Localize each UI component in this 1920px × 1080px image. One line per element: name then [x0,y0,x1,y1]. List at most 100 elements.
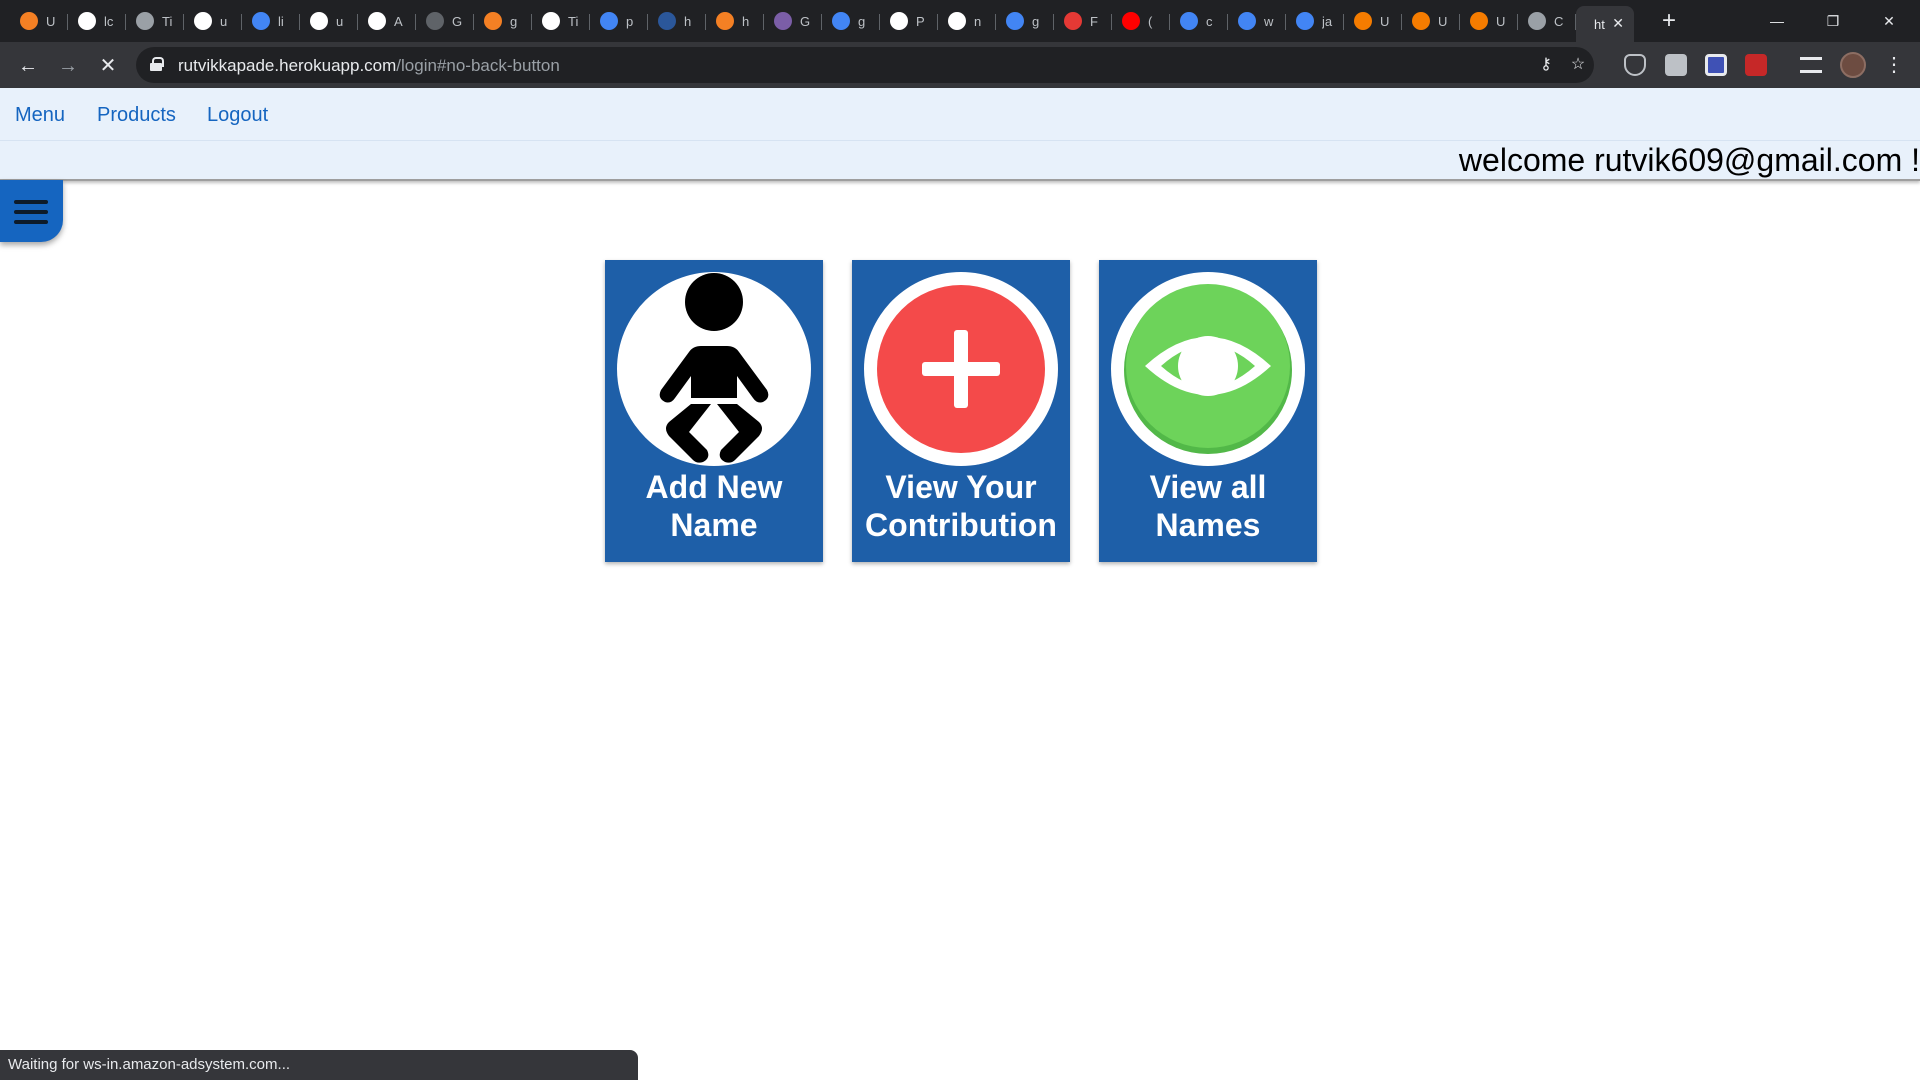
browser-tab[interactable]: lc [68,6,126,36]
nav-logout-link[interactable]: Logout [207,104,268,127]
tab-title: ht [1594,16,1605,32]
stop-loading-button[interactable]: ✕ [94,52,122,80]
browser-tab[interactable]: li [242,6,300,36]
browser-tab[interactable]: G [764,6,822,36]
tab-title: li [278,13,284,29]
tab-title: A [394,13,403,29]
tab-title: Ti [568,13,579,29]
hamburger-menu-button[interactable] [0,180,63,242]
stackoverflow-icon [716,12,734,30]
back-button[interactable]: ← [14,52,42,80]
browser-tab[interactable]: U [1344,6,1402,36]
key-icon[interactable]: ⚷ [1536,55,1556,75]
tab-title: u [336,13,344,29]
tab-title: w [1264,13,1274,29]
url-text[interactable]: rutvikkapade.herokuapp.com/login#no-back… [178,56,560,76]
browser-tab[interactable]: u [184,6,242,36]
browser-tab[interactable]: h [706,6,764,36]
globe-icon [310,12,328,30]
close-tab-icon[interactable]: ✕ [1612,15,1624,32]
browser-tab[interactable]: U [10,6,68,36]
add-new-name-label: Add New Name [645,469,783,543]
media-control-icon[interactable] [1800,57,1822,73]
view-all-names-label: View all Names [1149,469,1267,543]
minimize-button[interactable]: — [1750,6,1804,36]
cube-extension-icon[interactable] [1665,54,1687,76]
tab-title: U [1380,13,1390,29]
browser-tab[interactable]: U [1460,6,1518,36]
browser-tab[interactable]: Ti [532,6,590,36]
google-icon [1296,12,1314,30]
top-navigation: Menu Products Logout welcome rutvik609@g… [0,88,1920,181]
browser-tab[interactable]: Ti [126,6,184,36]
tab-title: Ti [162,13,173,29]
tab-title: F [1090,13,1098,29]
new-tab-button[interactable]: + [1656,8,1682,34]
nav-divider [0,140,1920,141]
github-icon [426,12,444,30]
tab-title: n [974,13,982,29]
tab-title: ja [1322,13,1333,29]
browser-tab[interactable]: c [1170,6,1228,36]
browser-tab[interactable]: ( [1112,6,1170,36]
browser-tab[interactable]: ja [1286,6,1344,36]
browser-tab[interactable]: C [1518,6,1576,36]
browser-tab[interactable]: g [822,6,880,36]
shield-extension-icon[interactable] [1624,54,1646,76]
address-bar[interactable]: rutvikkapade.herokuapp.com/login#no-back… [136,47,1594,83]
view-all-names-card[interactable]: View all Names [1099,260,1317,562]
browser-tab-active[interactable]: ht ✕ [1576,6,1634,42]
browser-tab[interactable]: U [1402,6,1460,36]
plus-icon [864,272,1058,466]
google-icon [1006,12,1024,30]
web-page: Menu Products Logout welcome rutvik609@g… [0,88,1920,1080]
tab-title: u [220,13,228,29]
menu-kebab-icon[interactable]: ⋮ [1884,52,1904,78]
browser-tab[interactable]: p [590,6,648,36]
close-window-button[interactable]: ✕ [1862,6,1916,36]
eye-icon [1111,272,1305,466]
tab-title: g [1032,13,1040,29]
view-your-contribution-label: View Your Contribution [865,469,1057,543]
globe-icon [78,12,96,30]
tab-title: G [800,13,811,29]
globe-icon [194,12,212,30]
globe-icon [1528,12,1546,30]
browser-tab[interactable]: A [358,6,416,36]
stackoverflow-icon [484,12,502,30]
browser-tab[interactable]: G [416,6,474,36]
nav-menu-link[interactable]: Menu [15,104,65,127]
hackernoon-icon [774,12,792,30]
tab-title: g [858,13,866,29]
forward-button[interactable]: → [54,52,82,80]
google-icon [1238,12,1256,30]
tab-title: h [684,13,692,29]
lock-icon[interactable] [150,57,164,71]
browser-tab[interactable]: g [996,6,1054,36]
youtube-icon [1122,12,1140,30]
view-your-contribution-card[interactable]: View Your Contribution [852,260,1070,562]
browser-tab[interactable]: u [300,6,358,36]
browser-tab[interactable]: w [1228,6,1286,36]
tab-title: lc [104,13,114,29]
star-icon[interactable]: ☆ [1568,55,1588,75]
baby-icon [617,272,811,466]
browser-tab[interactable]: F [1054,6,1112,36]
add-new-name-card[interactable]: Add New Name [605,260,823,562]
red-extension-icon[interactable] [1745,54,1767,76]
browser-tab[interactable]: P [880,6,938,36]
word-icon [658,12,676,30]
screen-extension-icon[interactable] [1705,54,1727,76]
nav-products-link[interactable]: Products [97,104,176,127]
browser-tab[interactable]: n [938,6,996,36]
google-icon [1180,12,1198,30]
tab-title: g [510,13,518,29]
browser-tab[interactable]: g [474,6,532,36]
globe-icon [136,12,154,30]
browser-tab[interactable]: h [648,6,706,36]
restore-button[interactable]: ❐ [1806,6,1860,36]
profile-avatar[interactable] [1840,52,1866,78]
welcome-message: welcome rutvik609@gmail.com ! [1458,142,1920,178]
tab-title: U [1438,13,1448,29]
tab-title: U [1496,13,1506,29]
